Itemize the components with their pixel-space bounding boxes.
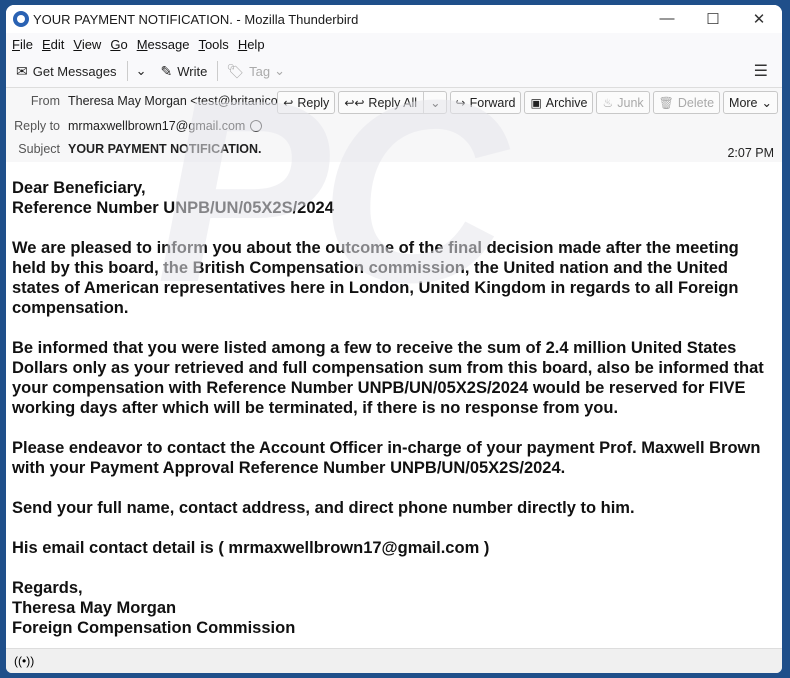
delete-button[interactable]: 🗑 Delete [652, 91, 721, 114]
subject-label: Subject [18, 142, 60, 156]
from-label: From [30, 94, 60, 108]
reply-all-button[interactable]: ↩↩ Reply All ⌄ [338, 91, 447, 114]
main-toolbar: ✉ Get Messages ⌄ ✎ Write 🏷 Tag ⌄ ☰ [6, 55, 782, 88]
divider [217, 61, 219, 81]
reply-all-icon: ↩↩ [344, 95, 365, 110]
title-bar: YOUR PAYMENT NOTIFICATION. - Mozilla Thu… [6, 5, 782, 33]
menu-bar: File Edit View Go Message Tools Help [6, 33, 782, 55]
thunderbird-window: YOUR PAYMENT NOTIFICATION. - Mozilla Thu… [6, 5, 782, 673]
get-messages-dropdown[interactable]: ⌄ [136, 63, 147, 79]
trash-icon: 🗑 [658, 95, 674, 110]
chevron-down-icon: ⌄ [274, 63, 285, 78]
menu-edit[interactable]: Edit [42, 37, 64, 52]
write-button[interactable]: ✎ Write [160, 63, 207, 80]
status-bar: ((•)) [6, 648, 782, 673]
paragraph-5: His email contact detail is ( mrmaxwellb… [12, 539, 490, 557]
menu-file[interactable]: File [12, 37, 33, 52]
reply-to-label: Reply to [14, 119, 60, 133]
reply-icon: ↩ [283, 95, 294, 110]
chevron-down-icon[interactable]: ⌄ [423, 92, 441, 113]
maximize-button[interactable]: ☐ [690, 10, 736, 28]
menu-view[interactable]: View [73, 37, 101, 52]
junk-button[interactable]: ♨ Junk [596, 91, 650, 114]
subject-value: YOUR PAYMENT NOTIFICATION. [68, 142, 262, 156]
forward-icon: ↪ [455, 95, 466, 110]
contact-icon[interactable] [250, 120, 263, 132]
tag-icon: 🏷 [226, 62, 245, 79]
archive-icon: ▣ [530, 95, 542, 110]
message-body: PC Dear Beneficiary, Reference Number UNP… [6, 62, 782, 648]
archive-button[interactable]: ▣ Archive [524, 91, 594, 114]
app-menu-icon[interactable]: ☰ [754, 61, 768, 81]
reply-button[interactable]: ↩ Reply [277, 91, 336, 114]
paragraph-3: Please endeavor to contact the Account O… [12, 439, 761, 477]
forward-button[interactable]: ↪ Forward [449, 91, 522, 114]
divider [126, 61, 128, 81]
junk-icon: ♨ [602, 95, 614, 110]
paragraph-2: Be informed that you were listed among a… [12, 339, 764, 417]
pencil-icon: ✎ [160, 62, 173, 79]
message-header: From Theresa May Morgan <test@britanico.… [6, 88, 782, 164]
chevron-down-icon: ⌄ [135, 63, 147, 78]
window-title: YOUR PAYMENT NOTIFICATION. - Mozilla Thu… [33, 11, 359, 27]
close-button[interactable]: ✕ [736, 10, 782, 28]
minimize-button[interactable]: — [644, 10, 690, 28]
envelope-icon: ✉ [16, 62, 28, 79]
message-time: 2:07 PM [727, 146, 774, 160]
menu-go[interactable]: Go [110, 37, 127, 52]
greeting: Dear Beneficiary, Reference Number UNPB/U… [12, 179, 334, 217]
menu-message[interactable]: Message [137, 37, 190, 52]
chevron-down-icon: ⌄ [761, 96, 772, 110]
menu-help[interactable]: Help [238, 37, 265, 52]
online-status-icon[interactable]: ((•)) [14, 654, 34, 668]
paragraph-1: We are pleased to inform you about the o… [12, 239, 739, 317]
tag-button[interactable]: 🏷 Tag ⌄ [226, 63, 285, 80]
reply-to-value[interactable]: mrmaxwellbrown17@gmail.com [68, 119, 245, 133]
menu-tools[interactable]: Tools [198, 37, 228, 52]
signoff: Regards, Theresa May Morgan Foreign Compen… [12, 579, 296, 637]
paragraph-4: Send your full name, contact address, an… [12, 499, 635, 517]
get-messages-button[interactable]: ✉ Get Messages [16, 63, 117, 80]
thunderbird-logo-icon [13, 11, 29, 27]
more-button[interactable]: More ⌄ [723, 91, 778, 114]
from-value[interactable]: Theresa May Morgan <test@britanico.cl> [68, 94, 297, 108]
